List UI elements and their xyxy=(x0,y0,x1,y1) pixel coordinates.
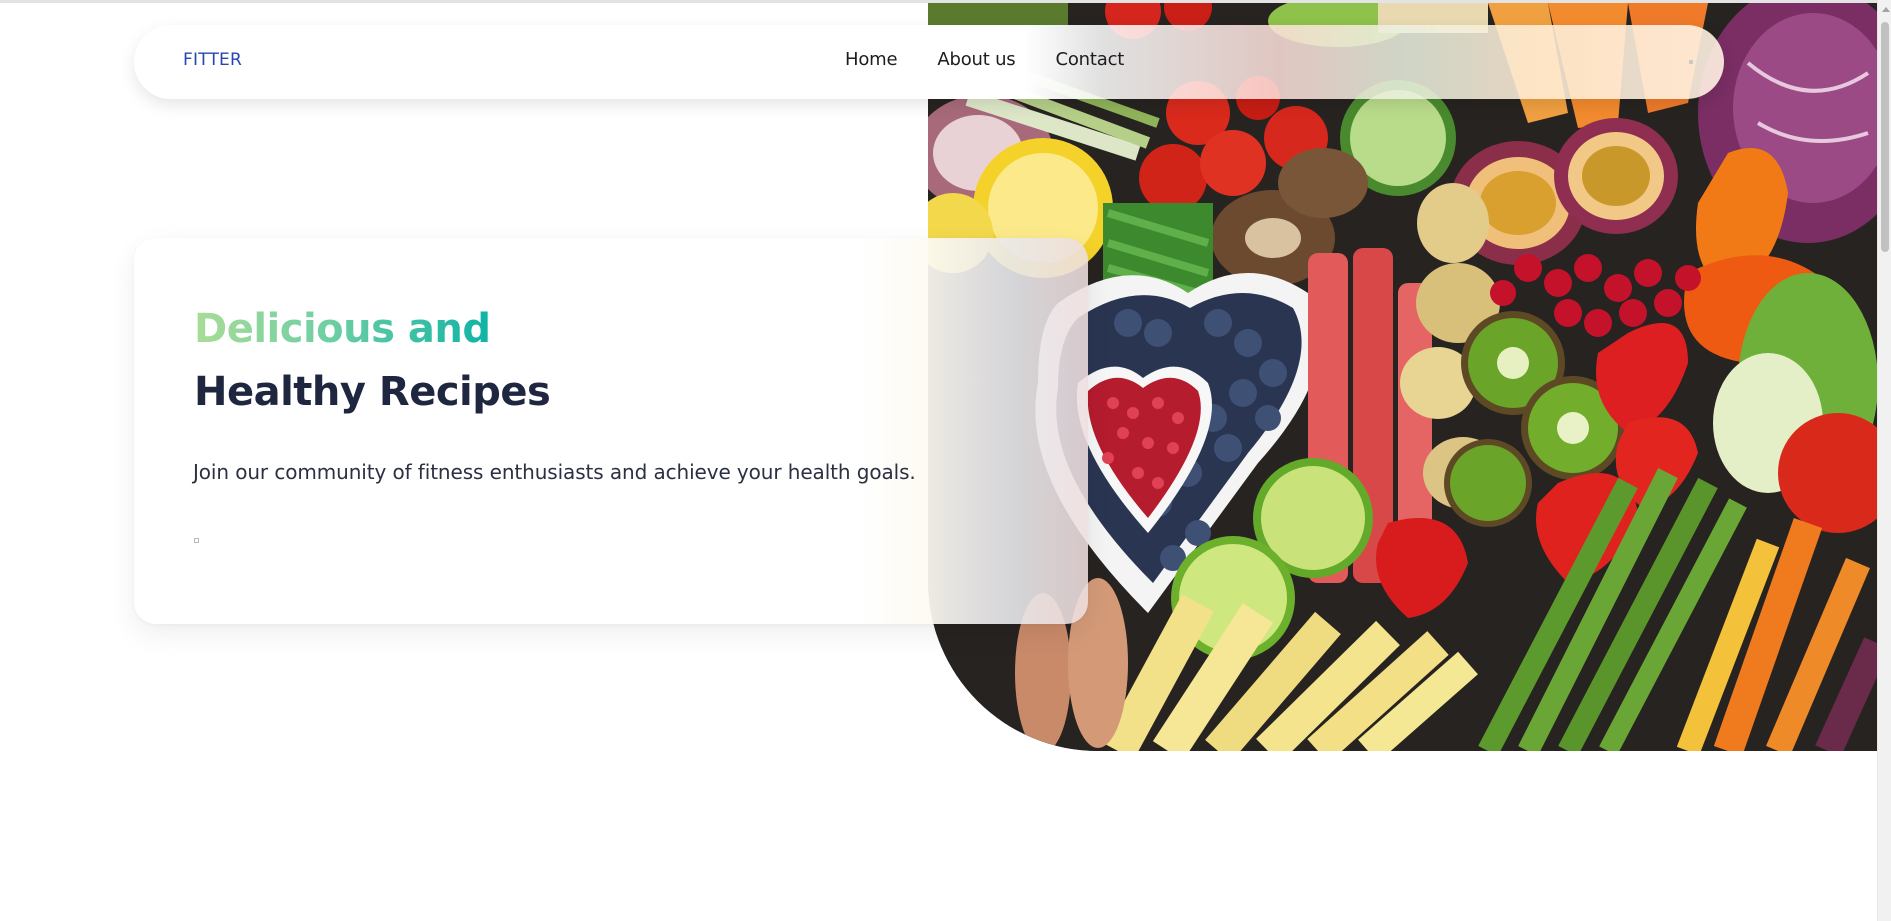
nav-link-home[interactable]: Home xyxy=(845,49,898,70)
brand-logo[interactable]: FITTER xyxy=(183,50,242,70)
scrollbar[interactable] xyxy=(1877,0,1891,921)
scroll-thumb[interactable] xyxy=(1881,22,1889,252)
nav-link-contact[interactable]: Contact xyxy=(1056,49,1125,70)
cta-button-placeholder[interactable] xyxy=(194,538,199,543)
hero-subtext: Join our community of fitness enthusiast… xyxy=(193,460,916,484)
page: FITTER Home About us Contact Delicious a… xyxy=(0,0,1891,921)
scroll-up-arrow-icon[interactable] xyxy=(1882,7,1890,12)
nav-links: Home About us Contact xyxy=(845,49,1164,70)
nav-link-about-us[interactable]: About us xyxy=(937,49,1015,70)
menu-dot-icon[interactable] xyxy=(1689,60,1693,64)
headline-dark: Healthy Recipes xyxy=(194,369,551,415)
hero-card: Delicious and Healthy Recipes Join our c… xyxy=(134,238,1088,624)
headline-gradient: Delicious and xyxy=(194,306,491,352)
navbar: FITTER Home About us Contact xyxy=(134,25,1724,99)
